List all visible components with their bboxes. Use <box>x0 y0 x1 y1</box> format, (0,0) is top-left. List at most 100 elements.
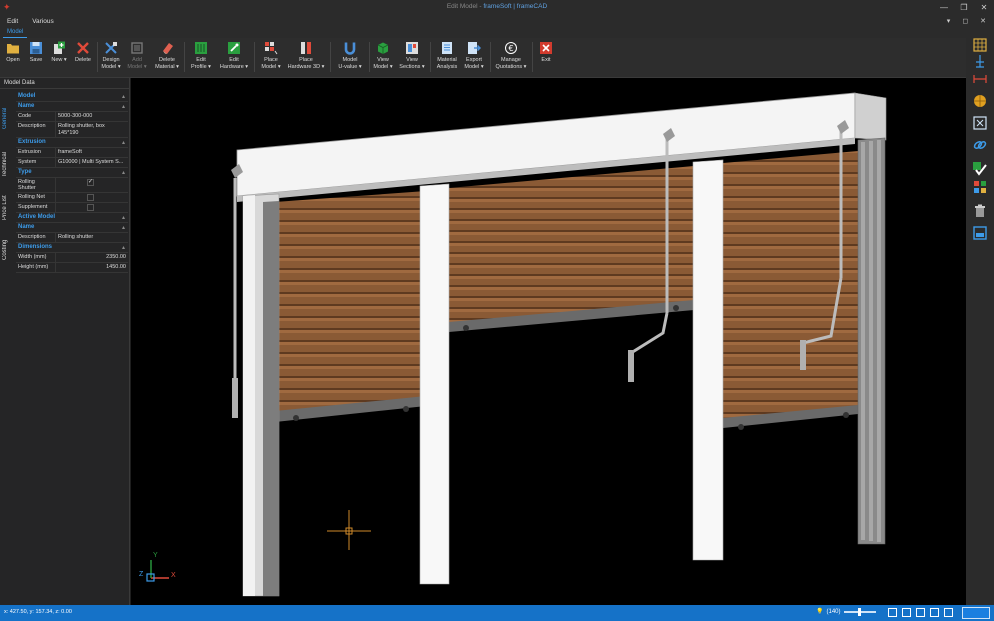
supplement-checkbox[interactable] <box>87 204 94 211</box>
toolbar-divider <box>254 42 255 72</box>
view-mode-5-icon[interactable] <box>944 608 953 617</box>
place-model-button[interactable]: Place Model ▾ <box>258 40 284 76</box>
section-dimensions[interactable]: Dimensions ▴ <box>16 243 128 253</box>
edit-hardware-icon <box>227 41 241 55</box>
extrusion-value[interactable]: frameSoft <box>56 148 128 157</box>
manage-quotations-button[interactable]: € Manage Quotations ▾ <box>494 40 528 76</box>
model-data-panel: Model Data General Technical Price List … <box>0 78 130 605</box>
view-model-icon <box>376 41 390 55</box>
section-active-name-label: Name <box>18 224 35 230</box>
axis-z-label: Z <box>139 571 144 578</box>
zoom-slider-handle[interactable] <box>857 607 861 616</box>
description-value[interactable]: Rolling shutter, box 145*190 <box>56 122 128 137</box>
shutter-3d-model <box>146 92 887 597</box>
export-model-button[interactable]: Export Model ▾ <box>462 40 486 76</box>
restore-button[interactable]: ❐ <box>958 2 970 13</box>
fit-view-icon[interactable] <box>973 116 987 130</box>
menu-edit[interactable]: Edit <box>0 16 25 28</box>
tab-price-list[interactable]: Price List <box>2 188 13 228</box>
menu-various[interactable]: Various <box>25 16 61 28</box>
link-icon[interactable] <box>973 138 987 152</box>
section-name[interactable]: Name ▴ <box>16 102 128 112</box>
layout-icon[interactable] <box>973 226 987 240</box>
menu-dropdown-icon[interactable]: ▾ <box>947 17 951 25</box>
view-mode-1-icon[interactable] <box>888 608 897 617</box>
manage-quotations-label: Manage Quotations ▾ <box>495 57 527 70</box>
property-row-system: System G10000 | Multi System S... <box>16 158 128 168</box>
height-value[interactable]: 1450.00 <box>56 263 128 272</box>
axis-gizmo-icon <box>146 560 169 582</box>
zoom-slider[interactable] <box>843 607 876 616</box>
trash-icon[interactable] <box>973 204 987 218</box>
section-model[interactable]: Model ▴ <box>16 92 128 102</box>
collapse-caret-icon[interactable]: ▴ <box>122 103 125 110</box>
section-type[interactable]: Type ▴ <box>16 168 128 178</box>
place-model-label: Place Model ▾ <box>261 57 281 70</box>
colors-icon[interactable] <box>973 180 987 194</box>
collapse-caret-icon[interactable]: ▴ <box>122 214 125 221</box>
exit-button[interactable]: Exit <box>536 40 556 76</box>
save-button[interactable]: Save <box>26 40 46 76</box>
dimension-horizontal-icon[interactable] <box>973 72 987 86</box>
lightbulb-icon[interactable]: 💡 <box>816 608 823 615</box>
section-active-name[interactable]: Name ▴ <box>16 223 128 233</box>
new-button[interactable]: New ▾ <box>49 40 69 76</box>
middle-post-right <box>692 159 724 561</box>
section-active-model[interactable]: Active Model ▴ <box>16 213 128 223</box>
delete-material-button[interactable]: Delete Material ▾ <box>153 40 181 76</box>
collapse-caret-icon[interactable]: ▴ <box>122 244 125 251</box>
active-description-value[interactable]: Rolling shutter <box>56 233 128 242</box>
window-title: Edit Model - frameSoft | frameCAD <box>0 3 994 10</box>
section-active-model-label: Active Model <box>18 214 56 220</box>
delete-button[interactable]: Delete <box>72 40 94 76</box>
system-value[interactable]: G10000 | Multi System S... <box>56 158 128 167</box>
edit-hardware-button[interactable]: Edit Hardware ▾ <box>218 40 250 76</box>
view-mode-2-icon[interactable] <box>902 608 911 617</box>
code-value[interactable]: 5000-300-000 <box>56 112 128 121</box>
rolling-net-checkbox[interactable] <box>87 194 94 201</box>
3d-viewport[interactable]: X Y Z <box>131 78 966 605</box>
property-row-rolling-shutter: Rolling Shutter <box>16 178 128 193</box>
section-extrusion[interactable]: Extrusion ▴ <box>16 138 128 148</box>
checkmark-icon[interactable] <box>973 162 987 176</box>
globe-icon[interactable] <box>973 94 987 108</box>
tab-general[interactable]: General <box>2 100 13 136</box>
close-window-button[interactable]: ✕ <box>978 2 990 13</box>
exit-label: Exit <box>541 57 551 63</box>
minimize-button[interactable]: — <box>938 2 950 13</box>
edit-profile-button[interactable]: Edit Profile ▾ <box>188 40 214 76</box>
model-u-value-button[interactable]: Model U-value ▾ <box>334 40 366 76</box>
crank-rod-left <box>231 164 243 418</box>
folder-icon <box>6 41 20 55</box>
dimension-vertical-icon[interactable] <box>973 54 987 68</box>
section-model-label: Model <box>18 93 36 99</box>
menu-close-icon[interactable]: ✕ <box>980 17 986 25</box>
open-button[interactable]: Open <box>3 40 23 76</box>
collapse-caret-icon[interactable]: ▴ <box>122 169 125 176</box>
middle-post-left <box>419 183 450 585</box>
tab-technical[interactable]: Technical <box>2 144 13 184</box>
collapse-caret-icon[interactable]: ▴ <box>122 93 125 100</box>
edit-hardware-label: Edit Hardware ▾ <box>219 57 249 70</box>
view-model-button[interactable]: View Model ▾ <box>371 40 395 76</box>
design-model-button[interactable]: Design Model ▾ <box>100 40 122 76</box>
tab-costing[interactable]: Costing <box>2 232 13 268</box>
tab-model[interactable]: Model <box>3 28 28 38</box>
menu-restore-icon[interactable]: ◻ <box>962 17 968 25</box>
status-action-button[interactable] <box>962 607 990 619</box>
origin-crosshair-icon <box>327 510 371 550</box>
save-label: Save <box>29 57 43 63</box>
view-mode-4-icon[interactable] <box>930 608 939 617</box>
collapse-caret-icon[interactable]: ▴ <box>122 224 125 231</box>
place-hardware-3d-button[interactable]: Place Hardware 3D ▾ <box>287 40 325 76</box>
add-model-button[interactable]: Add Model ▾ <box>126 40 148 76</box>
rolling-net-label: Rolling Net <box>16 193 56 202</box>
view-sections-button[interactable]: View Sections ▾ <box>398 40 426 76</box>
rolling-shutter-checkbox[interactable] <box>87 178 94 186</box>
grid-icon[interactable] <box>973 38 987 52</box>
collapse-caret-icon[interactable]: ▴ <box>122 139 125 146</box>
material-analysis-button[interactable]: Material Analysis <box>434 40 460 76</box>
view-mode-3-icon[interactable] <box>916 608 925 617</box>
width-value[interactable]: 2350.00 <box>56 253 128 262</box>
delete-material-label: Delete Material ▾ <box>155 57 179 70</box>
